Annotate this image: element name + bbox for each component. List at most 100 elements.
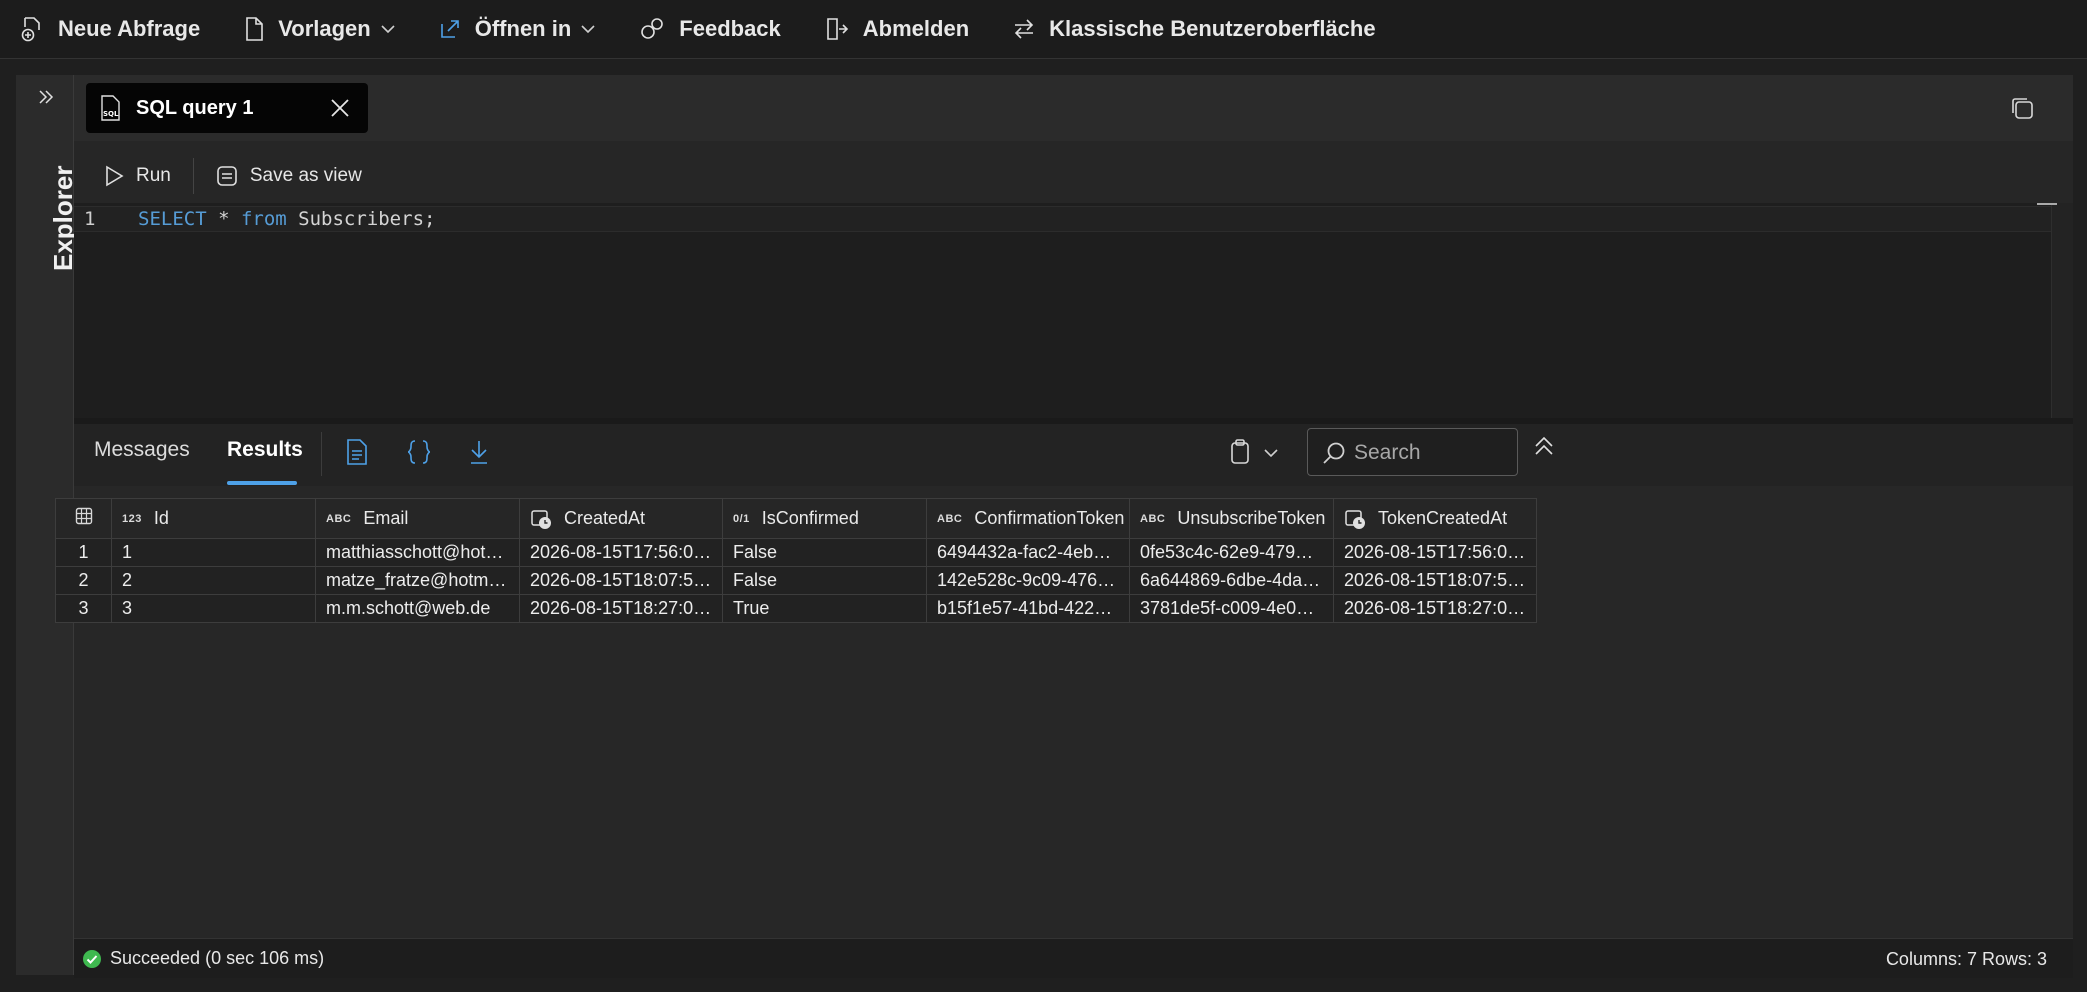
table-row[interactable]: 2 2 matze_fratze@hotmail.com 2026-08-15T… — [55, 566, 1537, 595]
table-cell[interactable]: False — [722, 538, 927, 567]
table-cell[interactable]: b15f1e57-41bd-422a-92a5-... — [926, 594, 1130, 623]
tab-sql-query-1[interactable]: SQL SQL query 1 — [86, 83, 368, 133]
download-icon[interactable] — [468, 439, 490, 465]
table-row[interactable]: 3 3 m.m.schott@web.de 2026-08-15T18:27:0… — [55, 594, 1537, 623]
table-cell[interactable]: 0fe53c4c-62e9-479e-87f0-a... — [1129, 538, 1334, 567]
table-cell[interactable]: 3 — [111, 594, 316, 623]
table-cell[interactable]: 142e528c-9c09-476f-8d71-... — [926, 566, 1130, 595]
column-header[interactable]: CreatedAt — [519, 498, 723, 539]
table-row[interactable]: 1 1 matthiasschott@hotmail.de 2026-08-15… — [55, 538, 1537, 567]
column-header[interactable]: ABC ConfirmationToken — [926, 498, 1130, 539]
divider — [321, 432, 322, 476]
table-cell[interactable]: 2026-08-15T18:27:04.84587... — [1333, 594, 1537, 623]
token-table: Subscribers; — [286, 208, 436, 230]
table-cell[interactable]: 2026-08-15T18:27:04.84583... — [519, 594, 723, 623]
table-header-row: 123 Id ABC Email CreatedAt 0/1 IsConfirmed … — [55, 498, 1537, 539]
chevron-down-icon — [381, 25, 395, 34]
search-input[interactable] — [1354, 439, 1504, 467]
success-check-icon — [83, 949, 101, 968]
status-bar: Succeeded (0 sec 106 ms) Columns: 7 Rows… — [74, 938, 2073, 978]
table-cell[interactable]: matze_fratze@hotmail.com — [315, 566, 520, 595]
sign-out-button[interactable]: Abmelden — [825, 0, 969, 59]
keyword-select: SELECT — [138, 208, 207, 230]
table-cell[interactable]: 2026-08-15T17:56:08.02069... — [1333, 538, 1537, 567]
datetime-type-icon — [531, 509, 551, 529]
column-header[interactable]: 123 Id — [111, 498, 316, 539]
divider — [192, 158, 194, 194]
chevron-down-icon[interactable] — [1264, 448, 1278, 458]
search-icon — [1323, 442, 1345, 464]
keyword-from: from — [240, 208, 287, 230]
new-query-icon — [21, 17, 40, 42]
copy-icon[interactable] — [2009, 95, 2035, 121]
play-icon — [106, 165, 124, 187]
results-table: 123 Id ABC Email CreatedAt 0/1 IsConfirmed … — [55, 498, 1537, 623]
table-cell[interactable]: 2026-08-15T18:07:58.02840... — [519, 566, 723, 595]
scrollbar-marker — [2037, 203, 2057, 205]
table-cell[interactable]: 1 — [111, 538, 316, 567]
status-message: Succeeded (0 sec 106 ms) — [110, 948, 325, 968]
new-query-label: Neue Abfrage — [58, 16, 201, 41]
editor-scrollbar[interactable] — [2051, 203, 2073, 418]
table-cell[interactable]: m.m.schott@web.de — [315, 594, 520, 623]
search-box[interactable] — [1307, 428, 1518, 476]
table-cell[interactable]: matthiasschott@hotmail.de — [315, 538, 520, 567]
run-label: Run — [136, 165, 171, 186]
code-line[interactable]: SELECT * from Subscribers; — [138, 208, 435, 230]
json-braces-icon[interactable] — [407, 439, 431, 465]
row-number[interactable]: 3 — [55, 594, 112, 623]
expand-chevrons-icon[interactable] — [38, 89, 54, 105]
table-grid-icon — [75, 507, 92, 525]
table-cell[interactable]: 6a644869-6dbe-4da5-92b0... — [1129, 566, 1334, 595]
text-type-icon: ABC — [326, 512, 352, 525]
switch-arrows-icon — [1015, 19, 1034, 39]
save-as-view-button[interactable]: Save as view — [216, 165, 362, 187]
line-number: 1 — [84, 208, 96, 230]
text-type-icon: ABC — [1140, 512, 1166, 525]
chevron-down-icon — [581, 25, 595, 34]
table-cell[interactable]: 3781de5f-c009-4e08-b388-... — [1129, 594, 1334, 623]
classic-ui-label: Klassische Benutzeroberfläche — [1049, 16, 1376, 41]
classic-ui-button[interactable]: Klassische Benutzeroberfläche — [1013, 0, 1376, 59]
row-number[interactable]: 1 — [55, 538, 112, 567]
results-header: Messages Results — [74, 424, 2073, 486]
clipboard-icon[interactable] — [1229, 439, 1251, 465]
sign-out-label: Abmelden — [862, 16, 970, 41]
close-icon[interactable] — [330, 98, 350, 118]
boolean-type-icon: 0/1 — [733, 512, 750, 525]
table-cell[interactable]: 2 — [111, 566, 316, 595]
results-panel: Messages Results Search 123 Id ABC Email… — [55, 418, 2073, 977]
open-external-icon — [440, 20, 459, 38]
text-type-icon: ABC — [937, 512, 963, 525]
column-header[interactable]: 0/1 IsConfirmed — [722, 498, 927, 539]
open-in-menu[interactable]: Öffnen in — [439, 0, 596, 59]
table-cell[interactable]: False — [722, 566, 927, 595]
tab-label: SQL query 1 — [136, 96, 254, 119]
table-cell[interactable]: 2026-08-15T18:07:58.02845... — [1333, 566, 1537, 595]
collapse-up-icon[interactable] — [1534, 436, 1554, 458]
sign-out-icon — [826, 18, 848, 40]
templates-menu[interactable]: Vorlagen — [244, 0, 395, 59]
save-as-view-label: Save as view — [249, 165, 362, 186]
new-query-button[interactable]: Neue Abfrage — [20, 0, 200, 59]
open-in-label: Öffnen in — [474, 16, 572, 41]
active-tab-indicator — [227, 481, 297, 485]
tab-messages[interactable]: Messages — [94, 438, 190, 462]
table-cell[interactable]: 2026-08-15T17:56:08.02066... — [519, 538, 723, 567]
select-all-cell[interactable] — [55, 498, 112, 539]
column-header[interactable]: ABC UnsubscribeToken — [1129, 498, 1334, 539]
sql-editor[interactable]: 1 SELECT * from Subscribers; — [74, 203, 2073, 418]
column-header[interactable]: ABC Email — [315, 498, 520, 539]
row-number[interactable]: 2 — [55, 566, 112, 595]
sql-file-icon: SQL — [101, 95, 120, 121]
table-cell[interactable]: True — [722, 594, 927, 623]
svg-text:SQL: SQL — [103, 110, 119, 118]
feedback-button[interactable]: Feedback — [639, 0, 781, 59]
table-cell[interactable]: 6494432a-fac2-4eb8-93e6-... — [926, 538, 1130, 567]
run-button[interactable]: Run — [104, 165, 171, 187]
templates-label: Vorlagen — [278, 16, 371, 41]
column-header[interactable]: TokenCreatedAt — [1333, 498, 1537, 539]
feedback-label: Feedback — [679, 16, 781, 41]
tab-results[interactable]: Results — [227, 438, 303, 462]
export-csv-icon[interactable] — [346, 439, 368, 465]
